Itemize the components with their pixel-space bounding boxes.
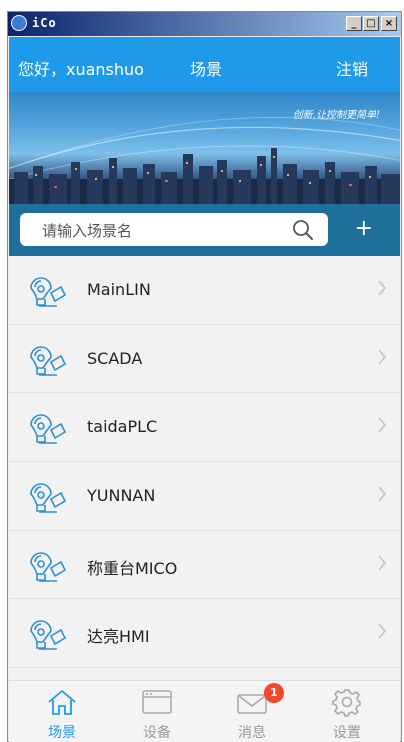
scene-name: 称重台MICO xyxy=(87,558,178,578)
scene-icon xyxy=(30,414,67,445)
scene-icon xyxy=(30,551,67,582)
search-icon[interactable] xyxy=(292,219,314,241)
app-logo-icon xyxy=(11,15,27,31)
home-icon xyxy=(48,690,76,715)
scene-icon xyxy=(30,345,67,376)
scene-name: MainLIN xyxy=(87,280,151,299)
list-item[interactable]: taidaPLC xyxy=(9,393,400,463)
search-box[interactable] xyxy=(20,213,328,246)
scene-icon xyxy=(30,620,67,651)
scene-icon xyxy=(30,483,67,513)
chevron-right-icon xyxy=(378,280,387,296)
chevron-right-icon xyxy=(378,417,387,433)
chevron-right-icon xyxy=(378,486,387,502)
user-greeting: 您好，xuanshuo xyxy=(18,60,144,79)
app-header: 您好，xuanshuo 场景 注销 xyxy=(9,37,400,92)
tab-scenes[interactable]: 场景 xyxy=(22,681,102,741)
tab-settings[interactable]: 设置 xyxy=(307,681,387,741)
bottom-tab-bar: 场景 设备 1 消息 设置 xyxy=(9,680,400,742)
scene-name: SCADA xyxy=(87,348,143,368)
add-scene-button[interactable]: + xyxy=(355,217,373,241)
city-banner-image: 创新,让控制更简单! xyxy=(9,92,400,204)
unread-badge: 1 xyxy=(264,683,284,703)
scene-name: 达亮HMI xyxy=(87,627,150,647)
title-bar[interactable]: iCo _ □ × xyxy=(8,12,401,36)
tab-label: 场景 xyxy=(48,725,76,741)
banner-slogan: 创新,让控制更简单! xyxy=(292,110,380,121)
list-item[interactable]: MainLIN xyxy=(9,256,400,325)
search-input[interactable] xyxy=(40,219,284,243)
logout-link[interactable]: 注销 xyxy=(336,56,368,80)
maximize-button[interactable]: □ xyxy=(363,16,379,31)
gear-icon xyxy=(332,689,361,717)
device-icon xyxy=(142,690,172,714)
list-item[interactable]: 称重台MICO xyxy=(9,531,400,600)
tab-devices[interactable]: 设备 xyxy=(117,681,197,741)
scene-icon xyxy=(30,277,67,307)
chevron-right-icon xyxy=(378,623,387,639)
scene-title-link[interactable]: 场景 xyxy=(190,56,222,80)
scene-name: YUNNAN xyxy=(87,486,156,506)
scene-list: MainLIN SCADA taidaPLC YUNNAN 称重台MICO 达亮… xyxy=(9,256,400,680)
list-item[interactable]: 达亮HMI xyxy=(9,599,400,669)
scene-name: taidaPLC xyxy=(87,417,158,437)
search-bar: + xyxy=(9,204,400,256)
close-button[interactable]: × xyxy=(381,16,397,31)
minimize-button[interactable]: _ xyxy=(346,16,362,31)
city-skyline xyxy=(9,148,400,204)
tab-messages[interactable]: 1 消息 xyxy=(212,681,292,741)
tab-label: 设置 xyxy=(333,725,361,741)
tab-label: 设备 xyxy=(143,725,171,741)
window-title: iCo xyxy=(32,16,57,30)
list-item[interactable]: YUNNAN xyxy=(9,462,400,531)
chevron-right-icon xyxy=(378,349,387,365)
list-item[interactable]: SCADA xyxy=(9,325,400,394)
chevron-right-icon xyxy=(378,555,387,571)
tab-label: 消息 xyxy=(238,725,266,741)
